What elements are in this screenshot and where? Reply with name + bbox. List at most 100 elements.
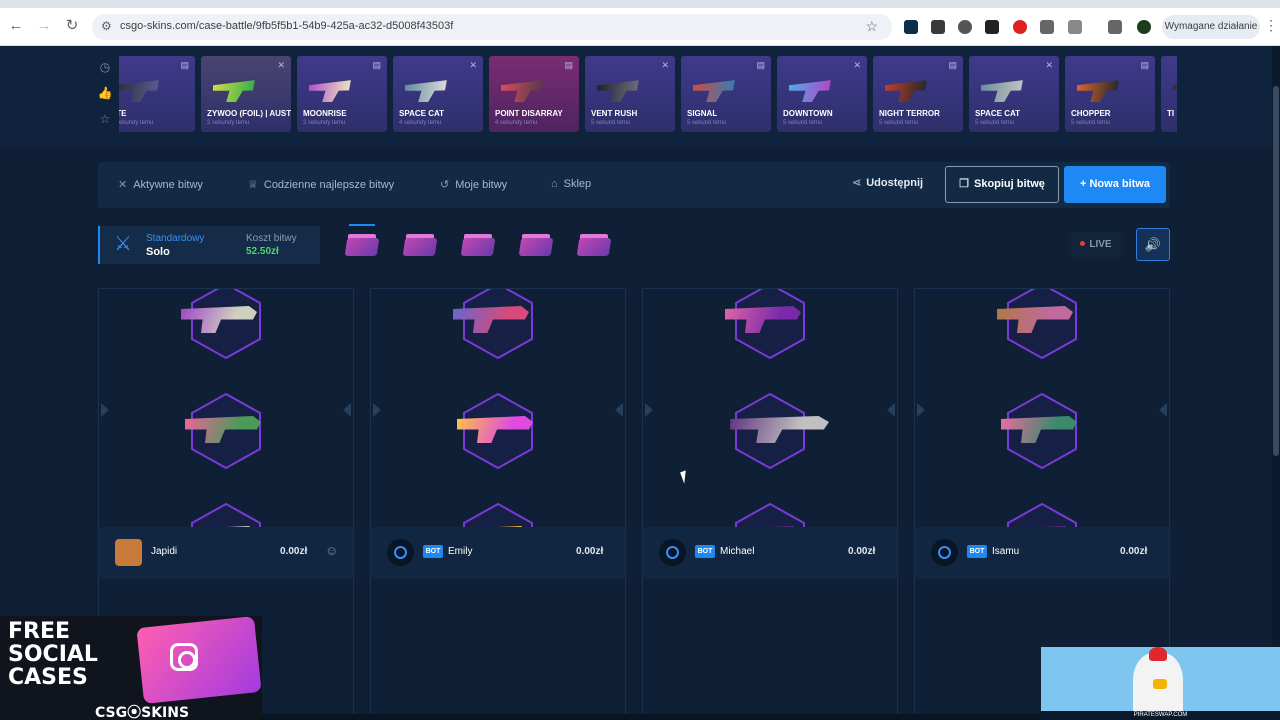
case-thumbnail[interactable]	[341, 224, 383, 262]
reel-item-frame	[460, 289, 536, 361]
reel-marker-right	[343, 403, 351, 417]
drop-time: 5 sekund temu	[687, 120, 727, 126]
drop-corner-icon: ▤	[948, 60, 957, 70]
drop-corner-icon: ✕	[277, 60, 285, 70]
drop-card[interactable]: ✕ ZYWOO (FOIL) | AUSTIN 2025 2 sekundy tem…	[201, 56, 291, 132]
extension-icon-5[interactable]	[1013, 20, 1027, 34]
menu-active-battles[interactable]: ✕ Aktywne bitwy	[118, 178, 203, 191]
drop-card[interactable]: ▤ CHOPPER 5 sekund temu	[1065, 56, 1155, 132]
drop-corner-icon: ✕	[853, 60, 861, 70]
drop-name: MOONRISE	[303, 109, 347, 118]
emoji-button[interactable]: ☺	[325, 543, 338, 558]
sound-toggle-button[interactable]: 🔊	[1136, 228, 1170, 261]
reel-marker-left	[373, 403, 381, 417]
drop-time: 5 sekund temu	[591, 120, 631, 126]
case-thumbnail[interactable]	[515, 230, 557, 262]
browser-toolbar: ← → ↻ ⚙ csgo-skins.com/case-battle/9fb5f…	[0, 0, 1280, 46]
extension-icon-3[interactable]	[958, 20, 972, 34]
drop-name: TI	[1167, 109, 1175, 118]
speaker-icon: 🔊	[1144, 237, 1162, 252]
extension-icon-1[interactable]	[904, 20, 918, 34]
browser-menu-icon[interactable]: ⋮	[1264, 17, 1278, 34]
drops-filter: ◷ 👍 ☆	[96, 58, 114, 136]
live-label: LIVE	[1089, 239, 1112, 250]
swords-icon: ✕	[118, 179, 128, 191]
player-total-value: 0.00zł	[576, 546, 604, 557]
drop-card[interactable]: ▤ MOONRISE 2 sekundy temu	[297, 56, 387, 132]
drop-card[interactable]: ✕ SPACE CAT 5 sekund temu	[969, 56, 1059, 132]
extension-icon-4[interactable]	[985, 20, 999, 34]
menu-shop[interactable]: ⌂ Sklep	[551, 178, 591, 190]
drop-card[interactable]: ✕ VENT RUSH 5 sekund temu	[585, 56, 675, 132]
copy-icon: ❐	[959, 178, 969, 190]
drop-time: 4 sekundy temu	[399, 120, 442, 126]
drop-corner-icon: ▤	[564, 60, 573, 70]
case-thumbnail[interactable]	[399, 230, 441, 262]
back-icon[interactable]: ←	[6, 16, 26, 36]
battle-info-card: ⚔ Standardowy Solo Koszt bitwy 52.50zł	[98, 226, 320, 264]
case-thumbnail[interactable]	[573, 230, 615, 262]
reel-marker-left	[101, 403, 109, 417]
drop-card[interactable]: ▤ POINT DISARRAY 4 sekundy temu	[489, 56, 579, 132]
drop-name: CHOPPER	[1071, 109, 1111, 118]
trophy-icon: ♕	[248, 179, 258, 191]
bot-badge: BOT	[423, 545, 443, 558]
webcam-overlay: PIRATESWAP.COM	[1041, 647, 1280, 720]
scrollbar-thumb[interactable]	[1273, 86, 1279, 456]
address-bar[interactable]: ⚙ csgo-skins.com/case-battle/9fb5f5b1-54…	[92, 14, 892, 40]
reel-item-frame	[1004, 501, 1080, 527]
share-button[interactable]: ⋖ Udostępnij	[852, 176, 923, 189]
extension-icon-2[interactable]	[931, 20, 945, 34]
reel-item-frame	[460, 501, 536, 527]
cost-value: 52.50zł	[246, 246, 279, 257]
drop-corner-icon: ▤	[756, 60, 765, 70]
clock-icon[interactable]: ◷	[96, 58, 114, 76]
drop-card[interactable]: ▤ ATE 2 sekundy temu	[119, 56, 195, 132]
drop-card[interactable]: ▤ NIGHT TERROR 5 sekund temu	[873, 56, 963, 132]
menu-my-battles[interactable]: ↺ Moje bitwy	[440, 178, 507, 191]
extension-icon-6[interactable]	[1040, 20, 1054, 34]
site-info-icon[interactable]: ⚙	[101, 19, 112, 33]
new-battle-button[interactable]: + Nowa bitwa	[1064, 166, 1166, 203]
chest-image	[136, 616, 262, 704]
drop-name: SIGNAL	[687, 109, 718, 118]
drop-name: SPACE CAT	[399, 109, 445, 118]
menu-daily-best[interactable]: ♕ Codzienne najlepsze bitwy	[248, 178, 394, 191]
player-avatar[interactable]	[115, 539, 142, 566]
reading-list-icon[interactable]	[1108, 20, 1122, 34]
extensions-puzzle-icon[interactable]	[1068, 20, 1082, 34]
skin-image	[1173, 79, 1177, 102]
url-text[interactable]: csgo-skins.com/case-battle/9fb5f5b1-54b9…	[120, 20, 453, 32]
star-icon[interactable]: ☆	[96, 110, 114, 128]
bot-badge: BOT	[967, 545, 987, 558]
drop-card[interactable]: ▤ SIGNAL 5 sekund temu	[681, 56, 771, 132]
menu-daily-best-label: Codzienne najlepsze bitwy	[263, 179, 395, 191]
thumbs-up-icon[interactable]: 👍	[96, 84, 114, 102]
skin-image	[309, 79, 375, 102]
promo-brand: CSG⦿SKINS	[95, 705, 190, 720]
player-name: Japidi	[151, 546, 178, 557]
bookmark-star-icon[interactable]: ☆	[865, 18, 878, 35]
drop-card[interactable]: ✕TI	[1161, 56, 1177, 132]
player-name: Michael	[720, 546, 755, 557]
action-required-button[interactable]: Wymagane działanie	[1162, 15, 1260, 39]
skin-image	[1077, 79, 1143, 102]
forward-icon[interactable]: →	[34, 16, 54, 36]
drop-time: 5 sekund temu	[783, 120, 823, 126]
crossed-swords-icon: ⚔	[114, 233, 132, 255]
case-box	[402, 238, 438, 256]
drop-card[interactable]: ✕ SPACE CAT 4 sekundy temu	[393, 56, 483, 132]
drop-time: 5 sekund temu	[1071, 120, 1111, 126]
reload-icon[interactable]: ↻	[62, 16, 82, 36]
case-reel	[915, 289, 1169, 527]
profile-avatar[interactable]	[1137, 20, 1151, 34]
player-total-value: 0.00zł	[280, 546, 308, 557]
player-bar: Japidi 0.00zł ☺	[99, 527, 353, 579]
drop-card[interactable]: ✕ DOWNTOWN 5 sekund temu	[777, 56, 867, 132]
case-thumbnail[interactable]	[457, 230, 499, 262]
page-scrollbar[interactable]	[1272, 46, 1280, 720]
drop-name: VENT RUSH	[591, 109, 638, 118]
skin-image	[119, 79, 183, 102]
live-dot	[1080, 241, 1086, 246]
copy-battle-button[interactable]: ❐ Skopiuj bitwę	[945, 166, 1059, 203]
